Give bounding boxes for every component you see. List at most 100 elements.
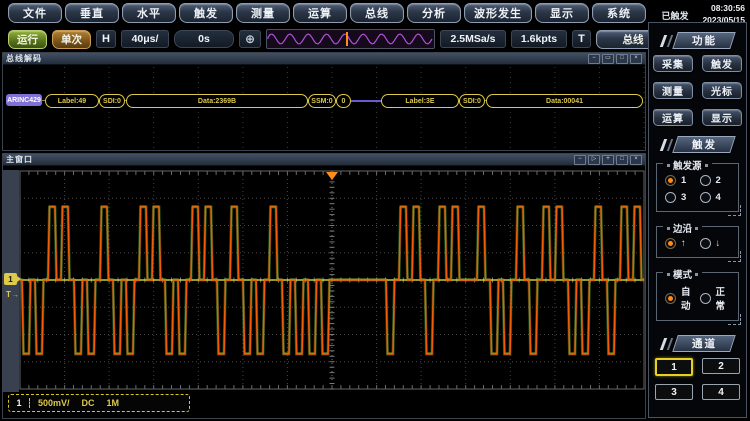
main-window-control-3[interactable]: □	[616, 155, 628, 165]
time-text: 08:30:56	[702, 2, 745, 14]
source-4-radio[interactable]: 4	[700, 192, 733, 203]
radio-circle-icon	[665, 238, 676, 249]
single-button[interactable]: 单次	[52, 30, 91, 49]
label-mark	[705, 164, 708, 167]
decode-window-control-1[interactable]: ▭	[602, 54, 614, 64]
waveform-display	[3, 166, 647, 418]
radio-circle-icon	[665, 192, 676, 203]
section-function: 功能	[649, 32, 746, 49]
main-window-titlebar: 主窗口 −▷+□×	[3, 154, 645, 166]
mode-auto-radio[interactable]: 自动	[665, 284, 698, 312]
parity-bubble: 0	[336, 94, 351, 108]
oscilloscope-screen: 文件垂直水平触发测量运算总线分析波形发生显示系统 已触发 08:30:56 20…	[0, 0, 750, 421]
menu-item-file[interactable]: 文件	[8, 3, 62, 23]
source-3-radio[interactable]: 3	[665, 192, 698, 203]
channel-1-button[interactable]: 1	[655, 358, 693, 376]
trigger-level-marker[interactable]: T	[6, 290, 19, 299]
timebase-value[interactable]: 40μs/	[121, 30, 169, 48]
run-button[interactable]: 运行	[8, 30, 47, 49]
mode-group-label: 模式	[663, 267, 702, 281]
horizontal-position-value[interactable]: 0s	[174, 30, 234, 48]
radio-circle-icon	[700, 293, 711, 304]
function-tab[interactable]: 功能	[672, 32, 736, 49]
channel-1-level-marker[interactable]: 1	[4, 273, 17, 285]
edge-falling-radio[interactable]: ↓	[700, 238, 733, 249]
radio-circle-icon	[665, 175, 676, 186]
menu-item-wavegen[interactable]: 波形发生	[464, 3, 532, 23]
ssm-field-bubble: SSM:0	[308, 94, 336, 108]
main-window-title: 主窗口	[6, 154, 33, 165]
edge-group: 边沿↑↓	[656, 226, 739, 258]
channel-tab-stripe	[660, 338, 667, 350]
main-window-control-0[interactable]: −	[574, 155, 586, 165]
main-scope-window: 主窗口 −▷+□× 1 T 1 500mV/ DC 1M	[2, 153, 646, 419]
math-button[interactable]: 运算	[653, 109, 693, 126]
menu-item-measure[interactable]: 测量	[236, 3, 290, 23]
function-tab-stripe	[660, 35, 667, 47]
right-control-panel: 功能采集触发测量光标运算显示触发触发源1234边沿↑↓模式自动正常通道1234	[648, 22, 747, 418]
mode-normal-radio[interactable]: 正常	[700, 284, 733, 312]
decode-window-controls: −▭□×	[588, 54, 642, 64]
edge-group-label: 边沿	[663, 221, 702, 235]
channel-tab[interactable]: 通道	[672, 335, 736, 352]
channel-impedance: 1M	[107, 398, 120, 408]
main-window-controls: −▷+□×	[574, 155, 642, 165]
trigger-tab-label: 触发	[692, 137, 717, 152]
channel-4-button[interactable]: 4	[702, 384, 740, 400]
channel-tab-stripe	[667, 338, 673, 350]
menu-item-trigger[interactable]: 触发	[179, 3, 233, 23]
data-field-bubble: Data:2369B	[126, 94, 308, 108]
measure-button[interactable]: 测量	[653, 82, 693, 99]
toolbar: 运行 单次 H 40μs/ 0s ⊕ 2.5MSa/s 1.6kpts T 总线	[8, 29, 670, 49]
menu-item-bus[interactable]: 总线	[350, 3, 404, 23]
label-field-bubble: Label:3E	[381, 94, 459, 108]
menu-item-vertical[interactable]: 垂直	[65, 3, 119, 23]
sdi-field-bubble: SDI:0	[459, 94, 485, 108]
channel-buttons: 1234	[649, 358, 746, 400]
waveform-preview-strip[interactable]	[266, 29, 435, 49]
trigger-tab[interactable]: 触发	[672, 136, 736, 153]
channel-coupling: DC	[82, 398, 95, 408]
channel-3-button[interactable]: 3	[655, 384, 693, 400]
main-window-body: 1 T 1 500mV/ DC 1M	[3, 166, 645, 418]
edge-rising-radio[interactable]: ↑	[665, 238, 698, 249]
menu-item-analyze[interactable]: 分析	[407, 3, 461, 23]
menu-item-math[interactable]: 运算	[293, 3, 347, 23]
menu-bar: 文件垂直水平触发测量运算总线分析波形发生显示系统	[8, 3, 646, 23]
radio-circle-icon	[665, 293, 676, 304]
section-trigger: 触发	[649, 136, 746, 153]
trigger-tab-stripe	[660, 139, 667, 151]
label-field-bubble: Label:49	[45, 94, 99, 108]
menu-item-system[interactable]: 系统	[592, 3, 646, 23]
radio-circle-icon	[700, 175, 711, 186]
trigger-source-options: 1234	[663, 173, 734, 205]
zoom-icon[interactable]: ⊕	[239, 30, 261, 48]
menu-item-horizontal[interactable]: 水平	[122, 3, 176, 23]
source-2-radio[interactable]: 2	[700, 175, 733, 186]
main-window-control-2[interactable]: +	[602, 155, 614, 165]
main-window-control-4[interactable]: ×	[630, 155, 642, 165]
trigger-button[interactable]: 触发	[702, 55, 742, 72]
main-window-control-1[interactable]: ▷	[588, 155, 600, 165]
decode-gridlines	[3, 65, 645, 151]
menu-item-display[interactable]: 显示	[535, 3, 589, 23]
label-mark	[695, 273, 698, 276]
decode-window-control-0[interactable]: −	[588, 54, 600, 64]
channel-2-button[interactable]: 2	[702, 358, 740, 374]
decode-window-body: ARINC429Label:49 SDI:0 Data:2369BSSM:00 Lab…	[3, 65, 645, 151]
cursor-button[interactable]: 光标	[702, 82, 742, 99]
source-1-radio[interactable]: 1	[665, 175, 698, 186]
bus-type-badge: ARINC429	[6, 94, 42, 106]
channel-1-info-badge[interactable]: 1 500mV/ DC 1M	[8, 394, 190, 412]
mode-group: 模式自动正常	[656, 272, 739, 321]
radio-circle-icon	[700, 238, 711, 249]
trigger-status: 已触发	[661, 9, 688, 22]
function-buttons: 采集触发测量光标运算显示	[649, 55, 746, 126]
channel-settings: 500mV/ DC 1M	[30, 398, 119, 408]
radio-circle-icon	[700, 192, 711, 203]
decode-window-control-2[interactable]: □	[616, 54, 628, 64]
acquire-button[interactable]: 采集	[653, 55, 693, 72]
section-channel: 通道	[649, 335, 746, 352]
decode-window-control-3[interactable]: ×	[630, 54, 642, 64]
display-button[interactable]: 显示	[702, 109, 742, 126]
